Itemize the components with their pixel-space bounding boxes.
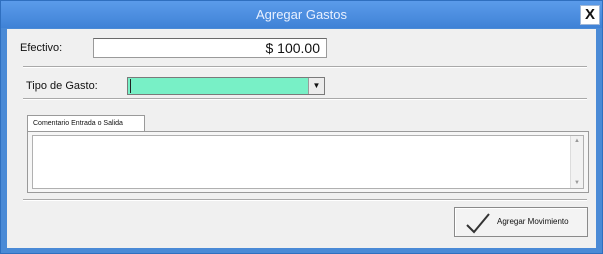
form-body: Efectivo: $ 100.00 Tipo de Gasto: ▼ Come… xyxy=(7,29,596,248)
scroll-down-icon[interactable]: ▼ xyxy=(573,180,581,186)
close-icon: X xyxy=(584,6,595,23)
comentario-textarea[interactable]: ▲ ▼ xyxy=(32,135,584,189)
tipo-gasto-dropdown[interactable]: ▼ xyxy=(127,77,325,95)
agregar-gastos-window: Agregar Gastos X Efectivo: $ 100.00 Tipo… xyxy=(0,0,603,254)
divider xyxy=(23,98,587,100)
close-button[interactable]: X xyxy=(580,5,600,25)
scroll-up-icon[interactable]: ▲ xyxy=(573,138,581,144)
comentario-panel: ▲ ▼ xyxy=(27,131,589,193)
divider xyxy=(23,199,587,201)
title-bar[interactable]: Agregar Gastos X xyxy=(1,1,602,28)
efectivo-field[interactable]: $ 100.00 xyxy=(93,38,327,58)
text-caret xyxy=(130,79,131,93)
dropdown-button[interactable]: ▼ xyxy=(308,78,324,94)
divider xyxy=(23,66,587,68)
vertical-scrollbar[interactable]: ▲ ▼ xyxy=(570,136,583,188)
agregar-movimiento-label: Agregar Movimiento xyxy=(497,217,569,226)
agregar-movimiento-button[interactable]: Agregar Movimiento xyxy=(454,207,588,237)
tipo-gasto-label: Tipo de Gasto: xyxy=(26,80,98,92)
efectivo-label: Efectivo: xyxy=(20,42,63,54)
checkmark-icon xyxy=(466,213,490,234)
tab-comentario[interactable]: Comentario Entrada o Salida xyxy=(27,115,145,132)
chevron-down-icon: ▼ xyxy=(312,81,321,90)
window-title: Agregar Gastos xyxy=(255,7,348,22)
